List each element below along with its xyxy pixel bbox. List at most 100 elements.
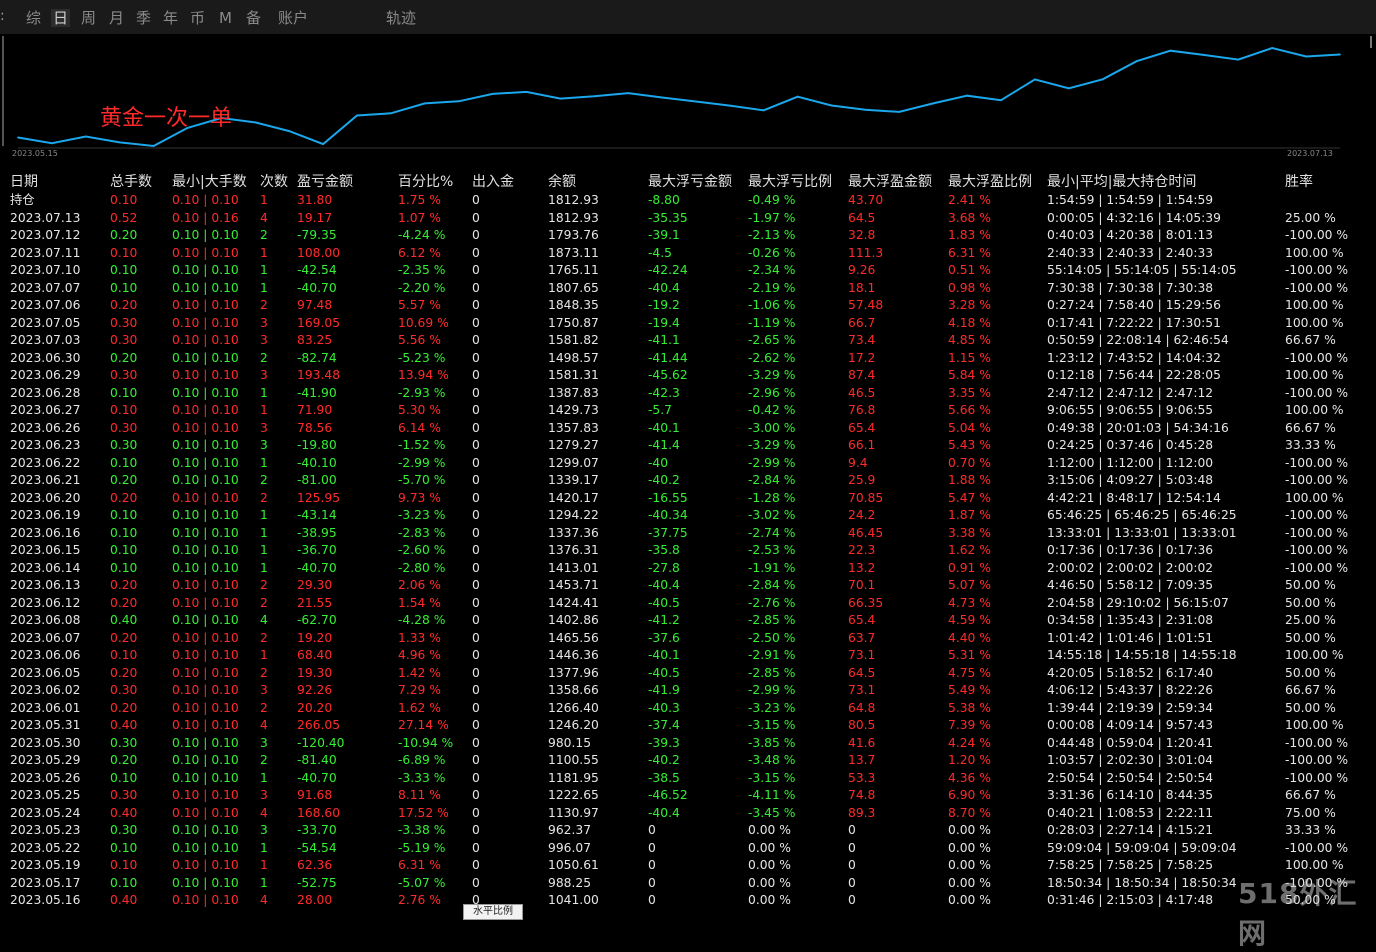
table-row[interactable]: 2023.06.12 0.20 0.10 | 0.10 2 21.55 1.54 % 0 14… xyxy=(0,595,1376,613)
table-row[interactable]: 2023.06.23 0.30 0.10 | 0.10 3 -19.80 -1.52 % 0… xyxy=(0,437,1376,455)
table-row[interactable]: 2023.06.22 0.10 0.10 | 0.10 1 -40.10 -2.99 % 0… xyxy=(0,455,1376,473)
table-cell: -3.00 % xyxy=(748,420,796,435)
table-cell: 33.33 % xyxy=(1285,823,1336,837)
table-row[interactable]: 2023.06.21 0.20 0.10 | 0.10 2 -81.00 -5.70 % 0… xyxy=(0,472,1376,490)
table-cell: 4.18 % xyxy=(948,315,991,330)
table-cell: 13:33:01 | 13:33:01 | 13:33:01 xyxy=(1047,525,1237,540)
table-row[interactable]: 2023.05.29 0.20 0.10 | 0.10 2 -81.40 -6.89 % 0… xyxy=(0,752,1376,770)
equity-point xyxy=(966,94,968,97)
table-cell: 0.10 | 0.10 xyxy=(172,648,239,662)
table-row[interactable]: 2023.06.08 0.40 0.10 | 0.10 4 -62.70 -4.28 % 0… xyxy=(0,612,1376,630)
column-header[interactable]: 最大浮亏比例 xyxy=(748,174,832,192)
table-row[interactable]: 2023.05.24 0.40 0.10 | 0.10 4 168.60 17.52 % 0… xyxy=(0,805,1376,823)
table-row[interactable]: 2023.06.06 0.10 0.10 | 0.10 1 68.40 4.96 % 0 14… xyxy=(0,647,1376,665)
equity-point xyxy=(661,96,663,99)
column-header[interactable]: 余额 xyxy=(548,174,576,192)
column-header[interactable]: 出入金 xyxy=(472,174,514,192)
table-cell: 1181.95 xyxy=(548,770,599,785)
table-cell: 0:17:36 | 0:17:36 | 0:17:36 xyxy=(1047,543,1214,557)
table-row[interactable]: 2023.06.28 0.10 0.10 | 0.10 1 -41.90 -2.93 % 0… xyxy=(0,385,1376,403)
tab-6[interactable]: 币 xyxy=(188,9,207,27)
table-cell: 89.3 xyxy=(848,805,876,820)
table-row[interactable]: 2023.07.13 0.52 0.10 | 0.16 4 19.17 1.07 % 0 18… xyxy=(0,210,1376,228)
tab-5[interactable]: 年 xyxy=(161,9,180,27)
column-header[interactable]: 次数 xyxy=(260,174,288,192)
table-row[interactable]: 2023.05.30 0.30 0.10 | 0.10 3 -120.40 -10.94 … xyxy=(0,735,1376,753)
table-cell: 0:50:59 | 22:08:14 | 62:46:54 xyxy=(1047,333,1229,347)
table-cell: 0 xyxy=(472,228,480,242)
table-cell: 91.68 xyxy=(297,788,333,802)
table-row[interactable]: 2023.07.03 0.30 0.10 | 0.10 3 83.25 5.56 % 0 15… xyxy=(0,332,1376,350)
table-row[interactable]: 2023.06.19 0.10 0.10 | 0.10 1 -43.14 -3.23 % 0… xyxy=(0,507,1376,525)
tab-0[interactable]: 综 xyxy=(24,9,43,27)
table-cell: 2 xyxy=(260,595,268,610)
tab-10[interactable]: 轨迹 xyxy=(384,9,418,27)
column-header[interactable]: 百分比% xyxy=(398,174,453,192)
table-cell: 0.10 | 0.10 xyxy=(172,875,239,890)
tab-7[interactable]: M xyxy=(217,9,234,27)
column-header[interactable]: 胜率 xyxy=(1285,174,1313,192)
table-cell: -52.75 xyxy=(297,875,337,890)
table-cell: 7.29 % xyxy=(398,683,441,697)
table-cell: -40.1 xyxy=(648,648,680,662)
table-row[interactable]: 2023.06.30 0.20 0.10 | 0.10 2 -82.74 -5.23 % 0… xyxy=(0,350,1376,368)
table-cell: -100.00 % xyxy=(1285,840,1349,855)
tab-3[interactable]: 月 xyxy=(107,9,126,27)
table-cell: 2023.05.24 xyxy=(10,805,81,820)
table-row[interactable]: 2023.06.26 0.30 0.10 | 0.10 3 78.56 6.14 % 0 13… xyxy=(0,420,1376,438)
table-row[interactable]: 2023.06.29 0.30 0.10 | 0.10 3 193.48 13.94 % 0… xyxy=(0,367,1376,385)
table-row[interactable]: 2023.06.14 0.10 0.10 | 0.10 1 -40.70 -2.80 % 0… xyxy=(0,560,1376,578)
tab-1[interactable]: 日 xyxy=(51,9,71,27)
tab-9[interactable]: 账户 xyxy=(276,9,310,27)
table-cell: 0.20 xyxy=(110,578,138,592)
table-row[interactable]: 2023.06.27 0.10 0.10 | 0.10 1 71.90 5.30 % 0 14… xyxy=(0,402,1376,420)
tab-4[interactable]: 季 xyxy=(134,9,153,27)
table-row[interactable]: 2023.06.16 0.10 0.10 | 0.10 1 -38.95 -2.83 % 0… xyxy=(0,525,1376,543)
column-header[interactable]: 总手数 xyxy=(110,174,152,192)
table-cell: 0.10 xyxy=(110,560,138,575)
table-row[interactable]: 2023.07.05 0.30 0.10 | 0.10 3 169.05 10.69 % 0… xyxy=(0,315,1376,333)
table-cell: -54.54 xyxy=(297,840,337,855)
table-row[interactable]: 2023.06.15 0.10 0.10 | 0.10 1 -36.70 -2.60 % 0… xyxy=(0,542,1376,560)
table-row[interactable]: 2023.05.23 0.30 0.10 | 0.10 3 -33.70 -3.38 % 0… xyxy=(0,822,1376,840)
table-cell: 18:50:34 | 18:50:34 | 18:50:34 xyxy=(1047,875,1237,890)
table-row[interactable]: 2023.06.02 0.30 0.10 | 0.10 3 92.26 7.29 % 0 13… xyxy=(0,682,1376,700)
equity-point xyxy=(1101,78,1104,81)
table-cell: 7.39 % xyxy=(948,718,991,732)
table-cell: 2:47:12 | 2:47:12 | 2:47:12 xyxy=(1047,385,1214,400)
table-cell: 2023.06.29 xyxy=(10,368,81,382)
table-row[interactable]: 2023.07.11 0.10 0.10 | 0.10 1 108.00 6.12 % 0 1… xyxy=(0,245,1376,263)
table-row[interactable]: 2023.07.12 0.20 0.10 | 0.10 2 -79.35 -4.24 % 0… xyxy=(0,227,1376,245)
tab-2[interactable]: 周 xyxy=(79,9,98,27)
column-header[interactable]: 盈亏金额 xyxy=(297,174,353,192)
table-row[interactable]: 2023.07.10 0.10 0.10 | 0.10 1 -42.54 -2.35 % 0… xyxy=(0,262,1376,280)
table-row[interactable]: 2023.05.22 0.10 0.10 | 0.10 1 -54.54 -5.19 % 0… xyxy=(0,840,1376,858)
column-header[interactable]: 最大浮盈比例 xyxy=(948,174,1032,192)
table-row[interactable]: 2023.06.01 0.20 0.10 | 0.10 2 20.20 1.62 % 0 12… xyxy=(0,700,1376,718)
column-header[interactable]: 最小|平均|最大持仓时间 xyxy=(1047,174,1196,192)
table-row[interactable]: 2023.06.13 0.20 0.10 | 0.10 2 29.30 2.06 % 0 14… xyxy=(0,577,1376,595)
table-row[interactable]: 2023.05.26 0.10 0.10 | 0.10 1 -40.70 -3.33 % 0… xyxy=(0,770,1376,788)
table-row[interactable]: 2023.05.16 0.40 0.10 | 0.10 4 28.00 2.76 % 0 10… xyxy=(0,892,1376,910)
column-header[interactable]: 最大浮盈金额 xyxy=(848,174,932,192)
table-row[interactable]: 持仓 0.10 0.10 | 0.10 1 31.80 1.75 % 0 1812.93 -8.… xyxy=(0,192,1376,210)
table-cell: 0 xyxy=(472,823,480,837)
table-row[interactable]: 2023.06.05 0.20 0.10 | 0.10 2 19.30 1.42 % 0 13… xyxy=(0,665,1376,683)
column-header[interactable]: 最大浮亏金额 xyxy=(648,174,732,192)
table-cell: -100.00 % xyxy=(1285,543,1349,557)
table-row[interactable]: 2023.05.19 0.10 0.10 | 0.10 1 62.36 6.31 % 0 10… xyxy=(0,857,1376,875)
column-header[interactable]: 最小|大手数 xyxy=(172,174,247,192)
table-row[interactable]: 2023.06.07 0.20 0.10 | 0.10 2 19.20 1.33 % 0 14… xyxy=(0,630,1376,648)
table-cell: -1.97 % xyxy=(748,210,796,225)
table-row[interactable]: 2023.06.20 0.20 0.10 | 0.10 2 125.95 9.73 % 0 1… xyxy=(0,490,1376,508)
table-row[interactable]: 2023.05.17 0.10 0.10 | 0.10 1 -52.75 -5.07 % 0… xyxy=(0,875,1376,893)
table-row[interactable]: 2023.05.25 0.30 0.10 | 0.10 3 91.68 8.11 % 0 12… xyxy=(0,787,1376,805)
table-cell: 0.10 xyxy=(110,280,138,295)
table-row[interactable]: 2023.05.31 0.40 0.10 | 0.10 4 266.05 27.14 % 0… xyxy=(0,717,1376,735)
table-cell: 3 xyxy=(260,683,268,697)
table-row[interactable]: 2023.07.07 0.10 0.10 | 0.10 1 -40.70 -2.20 % 0… xyxy=(0,280,1376,298)
column-header[interactable]: 日期 xyxy=(10,174,38,192)
table-row[interactable]: 2023.07.06 0.20 0.10 | 0.10 2 97.48 5.57 % 0 18… xyxy=(0,297,1376,315)
table-cell: 0.10 | 0.10 xyxy=(172,333,239,347)
tab-8[interactable]: 备 xyxy=(244,9,263,27)
